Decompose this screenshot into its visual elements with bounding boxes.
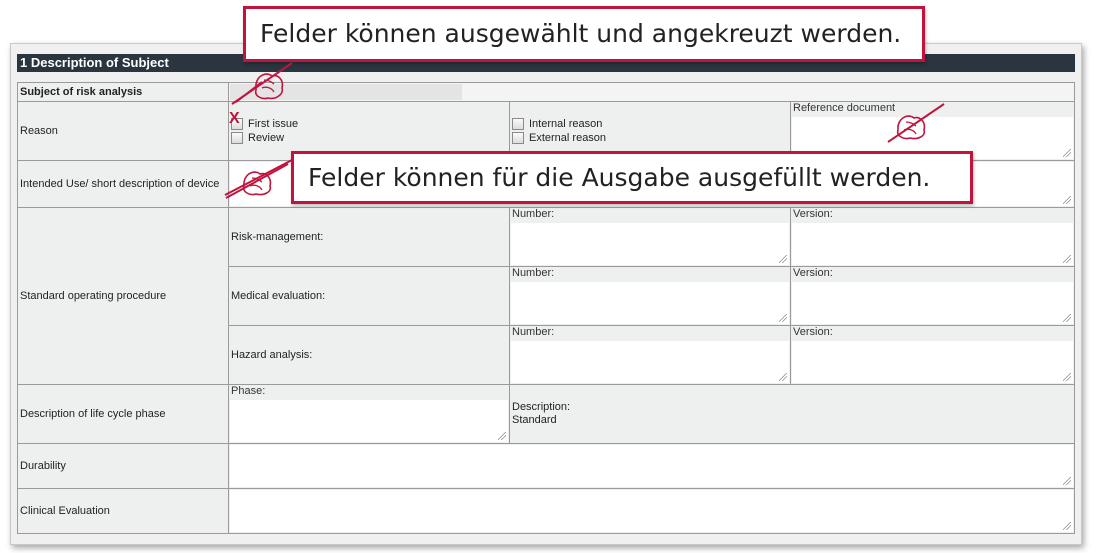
- pen-hand-icon: [235, 73, 284, 103]
- pen-hand-icon: [225, 163, 289, 199]
- pen-hand-icon: [887, 103, 945, 143]
- callout-connectors: [224, 62, 293, 196]
